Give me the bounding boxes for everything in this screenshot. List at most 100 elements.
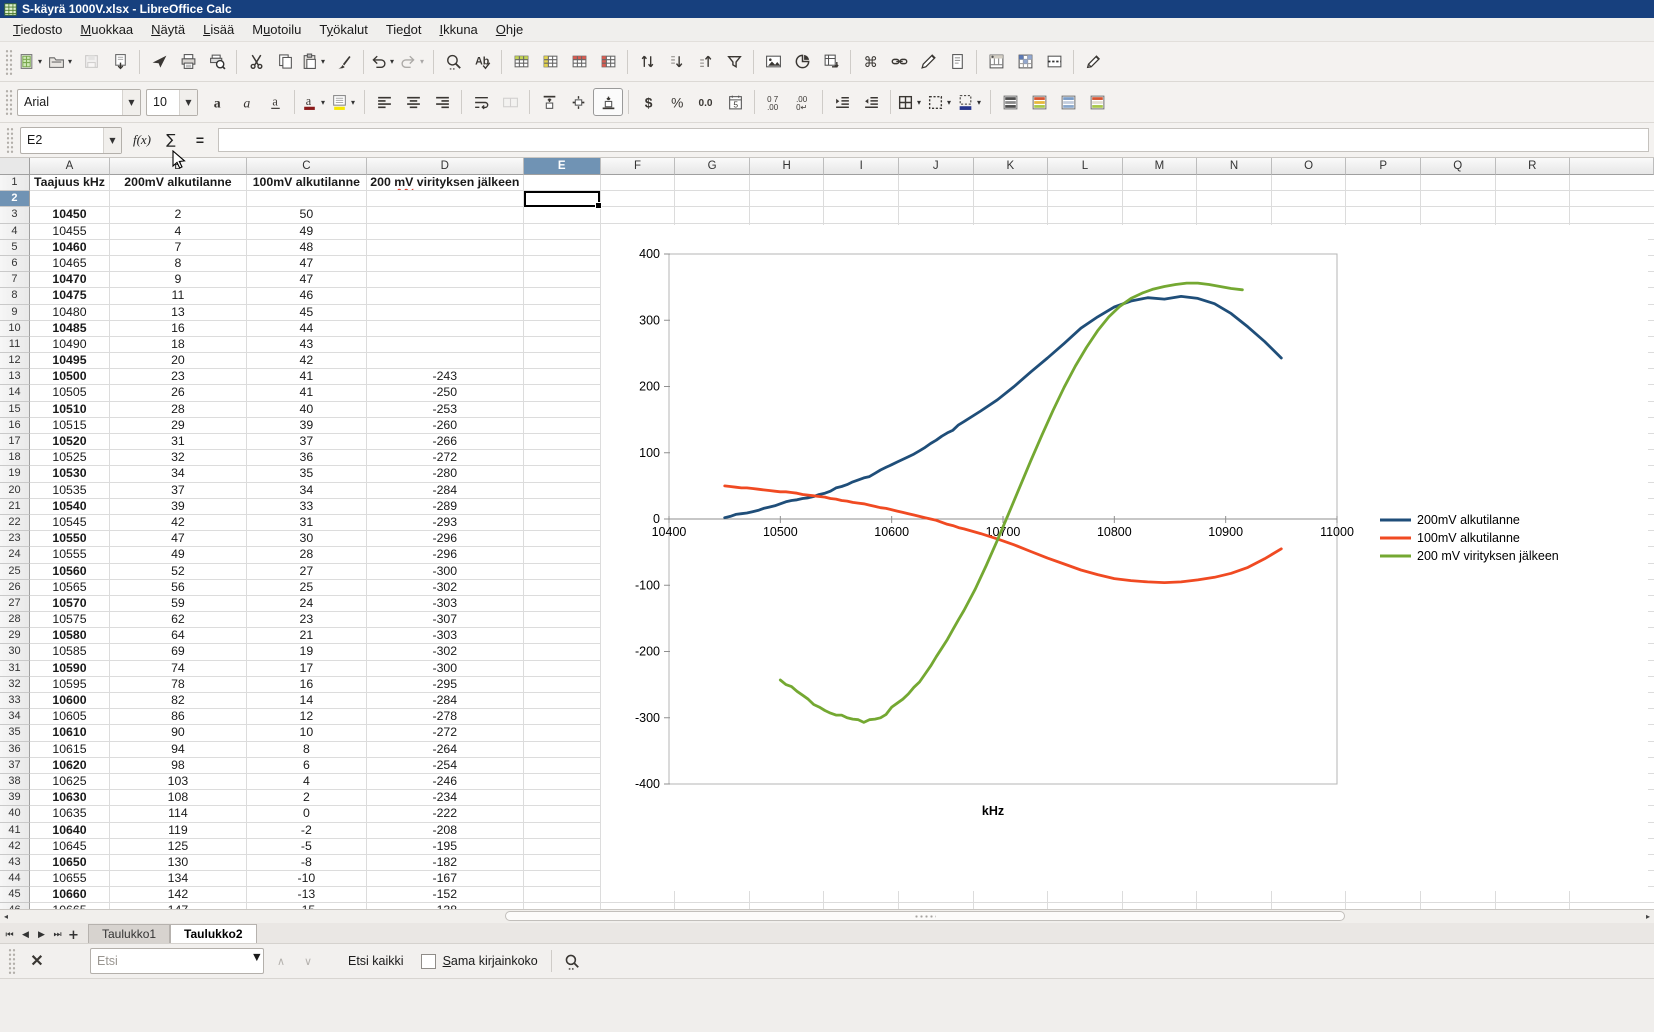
- cell-C43[interactable]: -8: [247, 855, 367, 871]
- chevron-down-icon[interactable]: ▾: [348, 98, 358, 107]
- cell-B6[interactable]: 8: [110, 256, 247, 272]
- row-header-31[interactable]: 31: [0, 661, 30, 677]
- cell-C19[interactable]: 35: [247, 466, 367, 482]
- cell-C7[interactable]: 47: [247, 272, 367, 288]
- copy-button[interactable]: [271, 49, 299, 75]
- cell-Q1[interactable]: [1421, 175, 1496, 191]
- row-header-26[interactable]: 26: [0, 580, 30, 596]
- cell-D19[interactable]: -280: [367, 466, 524, 482]
- cell-D39[interactable]: -234: [367, 790, 524, 806]
- cell-E38[interactable]: [524, 774, 601, 790]
- italic-button[interactable]: a: [232, 89, 260, 115]
- sort-descending-button[interactable]: [662, 49, 690, 75]
- align-bottom-button[interactable]: [593, 88, 623, 116]
- cell-C20[interactable]: 34: [247, 483, 367, 499]
- cell-J2[interactable]: [899, 191, 974, 207]
- cell-C39[interactable]: 2: [247, 790, 367, 806]
- chevron-down-icon[interactable]: ▾: [318, 57, 328, 66]
- align-center-button[interactable]: [399, 89, 427, 115]
- row-header-36[interactable]: 36: [0, 742, 30, 758]
- cell-C5[interactable]: 48: [247, 240, 367, 256]
- chevron-down-icon[interactable]: ▼: [122, 90, 140, 115]
- cell-E6[interactable]: [524, 256, 601, 272]
- cell-B15[interactable]: 28: [110, 402, 247, 418]
- cell-M2[interactable]: [1123, 191, 1198, 207]
- cell-B19[interactable]: 34: [110, 466, 247, 482]
- special-character-button[interactable]: ⌘: [856, 49, 884, 75]
- row-header-42[interactable]: 42: [0, 839, 30, 855]
- cell-E26[interactable]: [524, 580, 601, 596]
- function-wizard-button[interactable]: f(x): [129, 128, 155, 152]
- cell-C25[interactable]: 27: [247, 564, 367, 580]
- borders-button[interactable]: ▾: [896, 89, 925, 115]
- row-header-34[interactable]: 34: [0, 709, 30, 725]
- cell-B28[interactable]: 62: [110, 612, 247, 628]
- scrollbar-thumb[interactable]: [505, 911, 1345, 921]
- cell-H1[interactable]: [750, 175, 825, 191]
- cell-B16[interactable]: 29: [110, 418, 247, 434]
- cell-B40[interactable]: 114: [110, 806, 247, 822]
- cell-B41[interactable]: 119: [110, 823, 247, 839]
- last-sheet-icon[interactable]: ⏭: [50, 927, 65, 943]
- cell-D35[interactable]: -272: [367, 725, 524, 741]
- cell-A12[interactable]: 10495: [30, 353, 110, 369]
- cell-C32[interactable]: 16: [247, 677, 367, 693]
- cell-E29[interactable]: [524, 628, 601, 644]
- next-sheet-icon[interactable]: ▶: [34, 927, 49, 943]
- spreadsheet-grid[interactable]: ABCDEFGHIJKLMNOPQR 1Taajuus kHz200mV alk…: [0, 158, 1654, 909]
- cell-N1[interactable]: [1197, 175, 1272, 191]
- cell-D2[interactable]: [367, 191, 524, 207]
- cell-B44[interactable]: 134: [110, 871, 247, 887]
- cell-E24[interactable]: [524, 547, 601, 563]
- cell-E43[interactable]: [524, 855, 601, 871]
- chevron-down-icon[interactable]: ▾: [318, 98, 328, 107]
- find-input[interactable]: Etsi ▼: [90, 948, 264, 974]
- cell-C35[interactable]: 10: [247, 725, 367, 741]
- cell-O1[interactable]: [1272, 175, 1347, 191]
- cell-D22[interactable]: -293: [367, 515, 524, 531]
- cell-A19[interactable]: 10530: [30, 466, 110, 482]
- insert-comment-button[interactable]: [943, 49, 971, 75]
- align-right-button[interactable]: [428, 89, 456, 115]
- cell-O3[interactable]: [1272, 207, 1347, 223]
- cell-A5[interactable]: 10460: [30, 240, 110, 256]
- cell-D7[interactable]: [367, 272, 524, 288]
- cell-A8[interactable]: 10475: [30, 288, 110, 304]
- cell-partial[interactable]: [1570, 191, 1654, 207]
- column-header-C[interactable]: C: [247, 158, 367, 175]
- cell-D12[interactable]: [367, 353, 524, 369]
- paste-button[interactable]: ▾: [300, 49, 329, 75]
- column-header-Q[interactable]: Q: [1421, 158, 1496, 175]
- cell-K3[interactable]: [974, 207, 1049, 223]
- chevron-down-icon[interactable]: ▾: [35, 57, 45, 66]
- cell-A29[interactable]: 10580: [30, 628, 110, 644]
- insert-chart-button[interactable]: [788, 49, 816, 75]
- cell-A40[interactable]: 10635: [30, 806, 110, 822]
- scroll-left-icon[interactable]: ◂: [0, 910, 12, 922]
- cell-E1[interactable]: [524, 175, 601, 191]
- embedded-chart[interactable]: -400-300-200-100010020030040010400105001…: [601, 225, 1648, 891]
- row-header-4[interactable]: 4: [0, 224, 30, 240]
- cell-F1[interactable]: [601, 175, 676, 191]
- row-header-33[interactable]: 33: [0, 693, 30, 709]
- cell-E33[interactable]: [524, 693, 601, 709]
- decrease-indent-button[interactable]: [857, 89, 885, 115]
- cell-B25[interactable]: 52: [110, 564, 247, 580]
- cell-A14[interactable]: 10505: [30, 385, 110, 401]
- cell-D44[interactable]: -167: [367, 871, 524, 887]
- cell-E44[interactable]: [524, 871, 601, 887]
- cell-E14[interactable]: [524, 385, 601, 401]
- row-header-13[interactable]: 13: [0, 369, 30, 385]
- save-as-button[interactable]: [106, 49, 134, 75]
- new-document-button[interactable]: ▾: [17, 49, 46, 75]
- find-next-icon[interactable]: ∨: [298, 955, 318, 968]
- cell-A20[interactable]: 10535: [30, 483, 110, 499]
- cell-J3[interactable]: [899, 207, 974, 223]
- cell-D5[interactable]: [367, 240, 524, 256]
- cell-P1[interactable]: [1346, 175, 1421, 191]
- border-color-button[interactable]: ▾: [956, 89, 985, 115]
- cell-C6[interactable]: 47: [247, 256, 367, 272]
- undo-button[interactable]: ▾: [369, 49, 398, 75]
- row-header-6[interactable]: 6: [0, 256, 30, 272]
- cell-A17[interactable]: 10520: [30, 434, 110, 450]
